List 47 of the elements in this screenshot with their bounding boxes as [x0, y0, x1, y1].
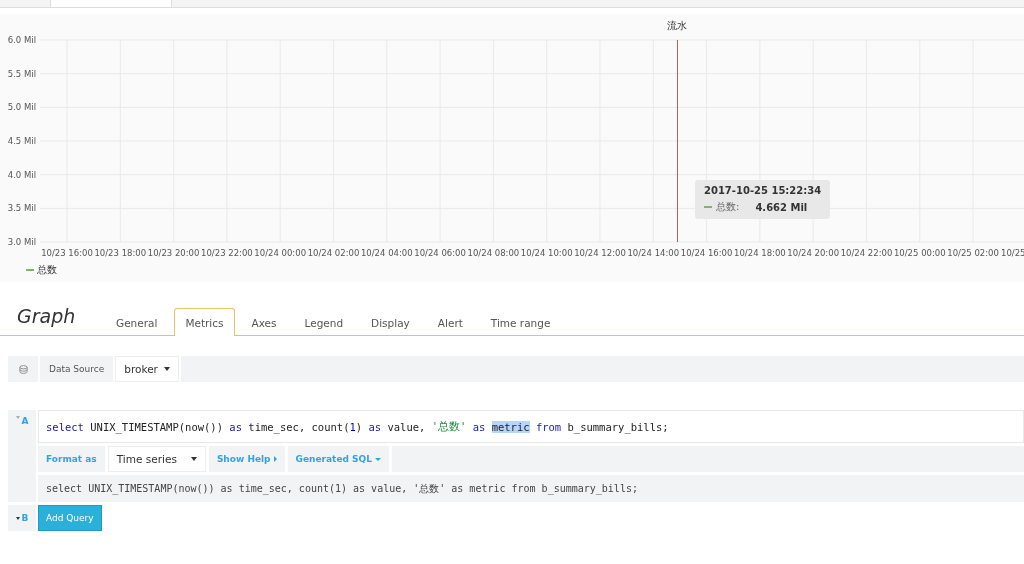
chart-title: 流水 [667, 20, 688, 31]
tooltip-value: 4.662 Mil [755, 201, 808, 213]
y-axis-label: 6.0 Mil [7, 35, 36, 45]
y-axis-label: 5.5 Mil [7, 68, 36, 79]
x-axis-label: 10/24 16:00 [680, 248, 733, 258]
top-tab[interactable] [50, 0, 172, 7]
sql-editor[interactable]: select UNIX_TIMESTAMP(now()) as time_sec, count(1) as value, '总数' as metric from b_summary_bills; [38, 410, 1024, 443]
editor-tab[interactable]: Alert [426, 308, 474, 336]
editor-title: Graph [17, 305, 77, 329]
y-axis-label: 5.0 Mil [7, 102, 36, 113]
tooltip-time: 2017-10-25 15:22:34 [704, 185, 822, 196]
x-axis-label: 10/24 04:00 [360, 248, 413, 258]
x-axis-label: 10/23 18:00 [94, 248, 147, 258]
x-axis-label: 10/24 08:00 [467, 248, 520, 258]
tooltip-series: 总数: [716, 200, 740, 214]
format-label: Format as [38, 446, 105, 472]
x-axis-label: 10/25 00:00 [893, 248, 946, 258]
x-axis-label: 10/25 [1001, 248, 1024, 258]
editor-tab[interactable]: General [105, 308, 169, 336]
x-axis-label: 10/24 18:00 [734, 248, 786, 258]
editor-tab[interactable]: Axes [240, 308, 288, 336]
data-source-label: Data Source [40, 356, 114, 382]
editor-tab[interactable]: Time range [479, 308, 562, 336]
editor-tab[interactable]: Display [360, 308, 421, 336]
x-axis-label: 10/25 02:00 [947, 248, 999, 258]
database-icon [18, 364, 28, 374]
editor-tab[interactable]: Metrics [174, 308, 235, 336]
x-axis-label: 10/23 22:00 [201, 248, 253, 258]
y-axis-label: 4.0 Mil [7, 169, 36, 180]
editor-tab[interactable]: Legend [293, 308, 355, 336]
x-axis-label: 10/24 00:00 [254, 248, 307, 258]
x-axis-label: 10/24 20:00 [787, 248, 840, 258]
generated-sql: select UNIX_TIMESTAMP(now()) as time_sec, count(1) as value, '总数' as metric from b_summary_bills; [38, 475, 1024, 502]
data-source-select[interactable]: broker [115, 356, 179, 382]
x-axis-label: 10/24 06:00 [414, 248, 466, 258]
x-axis-label: 10/24 22:00 [840, 248, 893, 258]
y-axis-label: 3.0 Mil [7, 237, 36, 247]
x-axis-label: 10/23 20:00 [147, 248, 200, 258]
y-axis-label: 3.5 Mil [7, 203, 36, 214]
x-axis-label: 10/23 16:00 [41, 248, 93, 258]
x-axis-label: 10/24 02:00 [307, 248, 360, 258]
legend-label[interactable]: 总数 [37, 263, 57, 277]
y-axis-label: 4.5 Mil [7, 136, 36, 146]
format-select[interactable]: Time series [107, 446, 206, 472]
x-axis-label: 10/24 14:00 [627, 248, 680, 258]
x-axis-label: 10/24 10:00 [520, 248, 573, 258]
x-axis-label: 10/24 12:00 [574, 248, 626, 258]
